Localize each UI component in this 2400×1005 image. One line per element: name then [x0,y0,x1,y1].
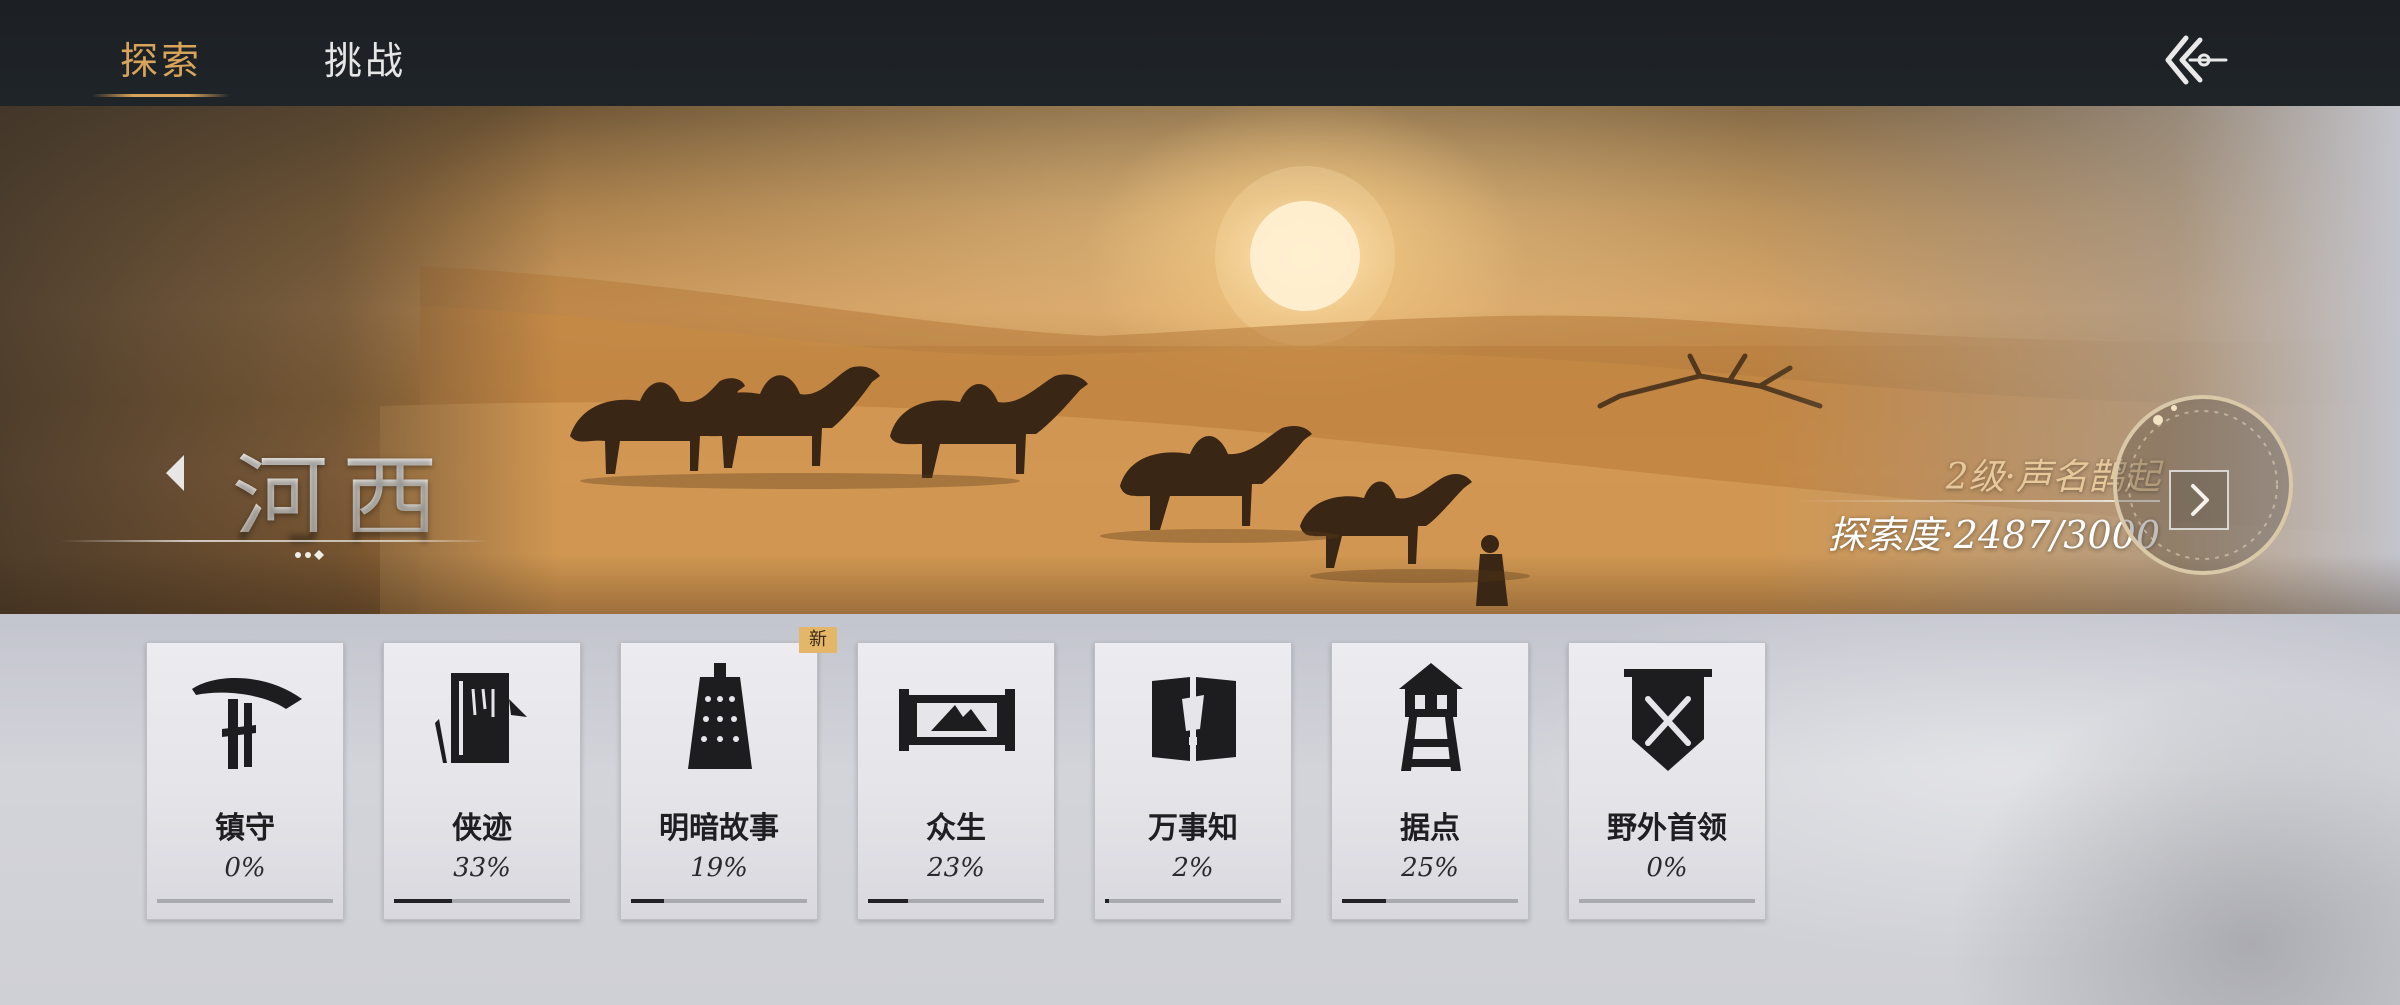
category-card-judian[interactable]: 据点 25% [1331,642,1529,920]
card-percent: 0% [224,853,266,883]
progress-bar [157,899,333,903]
card-percent: 23% [927,853,985,883]
page-dots-indicator [295,550,324,560]
category-card-xiaji[interactable]: 侠迹 33% [383,642,581,920]
progress-bar [1105,899,1281,903]
card-title: 据点 [1400,811,1460,846]
progress-fill [631,899,665,903]
scroll-book-icon [435,673,527,763]
progress-fill [1105,899,1109,903]
card-title: 野外首领 [1607,811,1727,846]
progress-fill [1342,899,1386,903]
level-divider [1790,500,2160,502]
umbrella-hat-icon [192,678,302,769]
crossed-swords-banner-icon [1624,669,1712,771]
card-percent: 2% [1172,853,1214,883]
region-name: 河西 [232,422,452,556]
card-percent: 0% [1646,853,1688,883]
progress-bar [631,899,807,903]
card-title: 众生 [926,811,986,846]
triangle-left-icon [166,455,184,491]
banner-bottom-fade [0,554,2400,614]
region-divider [60,540,490,542]
progress-bar [394,899,570,903]
double-chevron-back-icon [2165,35,2228,85]
card-title: 明暗故事 [659,811,779,846]
active-tab-indicator [92,94,230,97]
progress-fill [868,899,909,903]
card-percent: 33% [453,853,511,883]
progress-bar [868,899,1044,903]
card-title: 镇守 [215,811,275,846]
new-badge: 新 [799,627,837,653]
card-title: 万事知 [1148,811,1238,846]
top-bar: 探索 挑战 [0,0,2400,106]
category-card-wanshizhi[interactable]: 万事知 2% [1094,642,1292,920]
tab-explore[interactable]: 探索 [92,30,230,92]
progress-bar [1342,899,1518,903]
card-percent: 19% [690,853,748,883]
next-region-button[interactable] [2169,470,2229,530]
tab-challenge[interactable]: 挑战 [300,30,430,92]
category-card-zhongsheng[interactable]: 众生 23% [857,642,1055,920]
painting-scroll-icon [899,689,1015,751]
category-card-mingan-stories[interactable]: 明暗故事 19% [620,642,818,920]
chevron-right-icon [2191,484,2209,516]
progress-fill [394,899,453,903]
category-card-zhenshou[interactable]: 镇守 0% [146,642,344,920]
notice-board-icon [1152,677,1236,761]
prev-region-button[interactable] [160,451,190,495]
back-button[interactable] [2160,30,2232,90]
card-percent: 25% [1401,853,1459,883]
watchtower-icon [1399,663,1463,771]
category-card-field-boss[interactable]: 野外首领 0% [1568,642,1766,920]
region-banner: 河西 2级·声名鹊起 探索度·2487/3000 [0,106,2400,614]
card-title: 侠迹 [452,811,512,846]
progress-bar [1579,899,1755,903]
bell-icon [688,663,752,769]
